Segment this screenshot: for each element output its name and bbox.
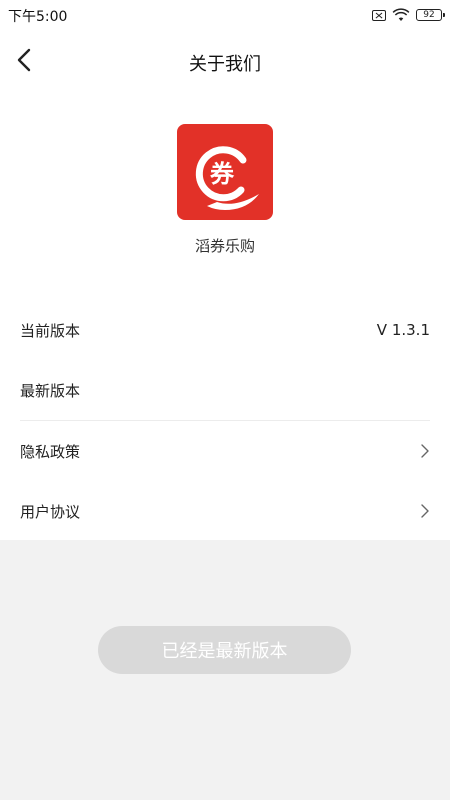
privacy-policy-row[interactable]: 隐私政策 <box>20 421 430 481</box>
latest-version-row: 最新版本 <box>20 360 430 420</box>
current-version-row: 当前版本 V 1.3.1 <box>20 300 430 360</box>
chevron-right-icon <box>421 504 429 518</box>
battery-level: 92 <box>423 10 435 20</box>
status-bar: 下午5:00 92 <box>0 0 450 30</box>
privacy-policy-label: 隐私政策 <box>20 442 81 461</box>
nav-bar: 关于我们 <box>0 38 450 86</box>
wifi-icon <box>392 8 410 21</box>
check-update-button[interactable]: 已经是最新版本 <box>98 626 351 674</box>
page-title: 关于我们 <box>189 54 261 75</box>
battery-icon: 92 <box>416 9 445 21</box>
latest-version-label: 最新版本 <box>20 381 81 400</box>
current-version-label: 当前版本 <box>20 321 81 340</box>
user-agreement-label: 用户协议 <box>20 502 81 521</box>
user-agreement-row[interactable]: 用户协议 <box>20 481 430 541</box>
app-logo-tile: 券 <box>177 124 273 220</box>
chevron-right-icon <box>421 444 429 458</box>
status-time: 下午5:00 <box>8 9 68 25</box>
app-name: 滔券乐购 <box>194 237 255 255</box>
status-icons: 92 <box>372 6 445 24</box>
app-logo: 券 <box>177 124 273 220</box>
logo-ring-icon: 券 <box>195 146 259 210</box>
logo-text: 券 <box>210 160 235 188</box>
sim-disabled-icon <box>372 9 386 21</box>
current-version-value: V 1.3.1 <box>376 321 430 339</box>
